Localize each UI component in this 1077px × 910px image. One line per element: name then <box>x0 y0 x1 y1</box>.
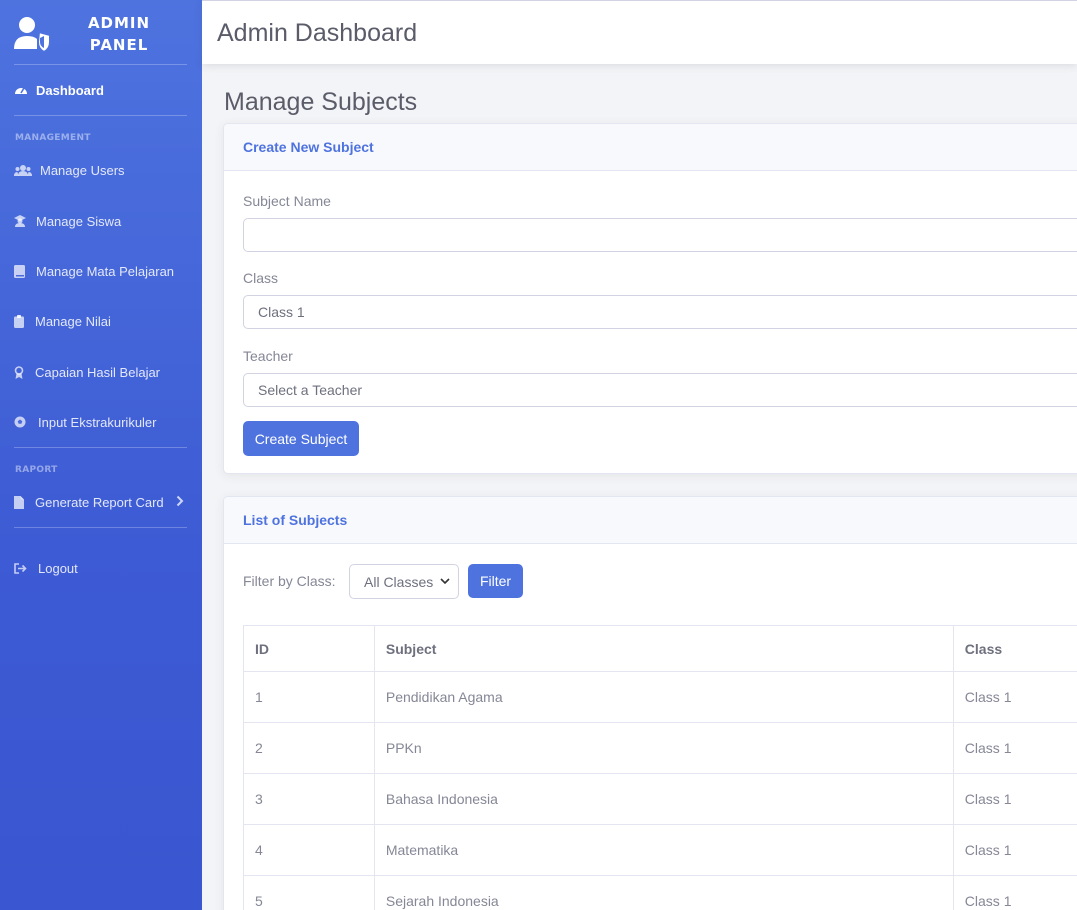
create-subject-button[interactable]: Create Subject <box>243 421 359 456</box>
topbar: Admin Dashboard <box>202 0 1077 64</box>
table-row: 5 Sejarah Indonesia Class 1 <box>243 875 1077 910</box>
create-subject-header: Create New Subject <box>224 124 1077 171</box>
sidebar-item-label: Generate Report Card <box>35 494 164 510</box>
sidebar-divider <box>14 64 187 65</box>
sidebar-item-label: Dashboard <box>36 82 104 98</box>
sidebar-item-logout[interactable]: Logout <box>0 548 202 588</box>
cell-id: 5 <box>243 875 375 910</box>
cell-class: Class 1 <box>952 824 1077 876</box>
sidebar-item-label: Manage Mata Pelajaran <box>36 263 175 279</box>
table-header-row: ID Subject Class <box>243 625 1077 672</box>
sidebar-item-manage-nilai[interactable]: Manage Nilai <box>0 301 202 341</box>
filter-button[interactable]: Filter <box>468 564 523 598</box>
table-row: 4 Matematika Class 1 <box>243 824 1077 876</box>
cell-class: Class 1 <box>952 875 1077 910</box>
sidebar-item-label: Manage Nilai <box>35 313 111 329</box>
topbar-title: Admin Dashboard <box>217 19 418 47</box>
admin-user-shield-icon <box>14 17 51 52</box>
brand-line1: ADMIN <box>87 14 151 32</box>
cell-class: Class 1 <box>952 722 1077 774</box>
sidebar-item-manage-users[interactable]: Manage Users <box>0 150 202 190</box>
sidebar-item-manage-siswa[interactable]: Manage Siswa <box>0 201 202 241</box>
table-row: 2 PPKn Class 1 <box>243 722 1077 774</box>
sign-out-icon <box>14 561 34 575</box>
cell-subject: Pendidikan Agama <box>373 671 954 723</box>
brand-text: ADMIN PANEL <box>78 12 160 56</box>
book-icon <box>14 264 32 278</box>
column-header-class: Class <box>952 625 1077 672</box>
sidebar-item-input-ekstrakurikuler[interactable]: Input Ekstrakurikuler <box>0 402 202 442</box>
sidebar-item-label: Logout <box>38 560 78 576</box>
sidebar-item-label: Manage Siswa <box>36 213 122 229</box>
list-subjects-header: List of Subjects <box>224 497 1077 544</box>
class-label: Class <box>243 270 279 286</box>
sidebar-item-label: Input Ekstrakurikuler <box>38 414 157 430</box>
cell-id: 1 <box>243 671 375 723</box>
class-select[interactable]: Class 1 <box>243 295 1077 329</box>
ball-icon <box>14 415 34 429</box>
cell-id: 2 <box>243 722 375 774</box>
chevron-down-icon <box>440 578 450 585</box>
cell-subject: PPKn <box>373 722 954 774</box>
sidebar-divider <box>14 527 187 528</box>
sidebar-item-label: Capaian Hasil Belajar <box>35 364 161 380</box>
list-subjects-card: List of Subjects Filter by Class: All Cl… <box>223 496 1077 910</box>
cell-subject: Bahasa Indonesia <box>373 773 954 825</box>
cell-id: 4 <box>243 824 375 876</box>
chevron-right-icon <box>176 495 184 507</box>
cell-class: Class 1 <box>952 671 1077 723</box>
award-icon <box>14 365 31 379</box>
sidebar-item-label: Manage Users <box>40 162 125 178</box>
filter-class-select[interactable]: All Classes <box>349 564 459 599</box>
table-row: 3 Bahasa Indonesia Class 1 <box>243 773 1077 825</box>
brand-line2: PANEL <box>89 36 149 54</box>
cell-subject: Sejarah Indonesia <box>373 875 954 910</box>
subjects-table: ID Subject Class 1 Pendidikan Agama Clas… <box>243 625 1077 910</box>
column-header-subject: Subject <box>373 625 954 672</box>
filter-class-value: All Classes <box>364 573 434 590</box>
table-row: 1 Pendidikan Agama Class 1 <box>243 671 1077 723</box>
page-title: Manage Subjects <box>224 88 418 116</box>
sidebar-divider <box>14 447 187 448</box>
sidebar-item-dashboard[interactable]: Dashboard <box>0 70 202 110</box>
sidebar-heading-raport: RAPORT <box>15 465 58 475</box>
brand[interactable]: ADMIN PANEL <box>0 0 202 65</box>
create-subject-card: Create New Subject Subject Name Class Cl… <box>223 123 1077 474</box>
clipboard-icon <box>14 314 31 328</box>
file-icon <box>14 495 31 509</box>
cell-class: Class 1 <box>952 773 1077 825</box>
sidebar-item-generate-report-card[interactable]: Generate Report Card <box>0 482 202 522</box>
sidebar-item-manage-mata-pelajaran[interactable]: Manage Mata Pelajaran <box>0 251 202 291</box>
users-icon <box>14 163 36 177</box>
column-header-id: ID <box>243 625 375 672</box>
sidebar-heading-management: MANAGEMENT <box>15 133 91 143</box>
cell-subject: Matematika <box>373 824 954 876</box>
sidebar-item-capaian-hasil-belajar[interactable]: Capaian Hasil Belajar <box>0 352 202 392</box>
tachometer-icon <box>14 83 32 97</box>
student-icon <box>14 214 32 228</box>
cell-id: 3 <box>243 773 375 825</box>
filter-label: Filter by Class: <box>243 573 336 589</box>
subject-name-input[interactable] <box>243 218 1077 252</box>
teacher-select[interactable]: Select a Teacher <box>243 373 1077 407</box>
sidebar-divider <box>14 115 187 116</box>
sidebar: ADMIN PANEL Dashboard MANAGEMENT Manage … <box>0 0 202 910</box>
subject-name-label: Subject Name <box>243 193 331 209</box>
teacher-label: Teacher <box>243 348 293 364</box>
